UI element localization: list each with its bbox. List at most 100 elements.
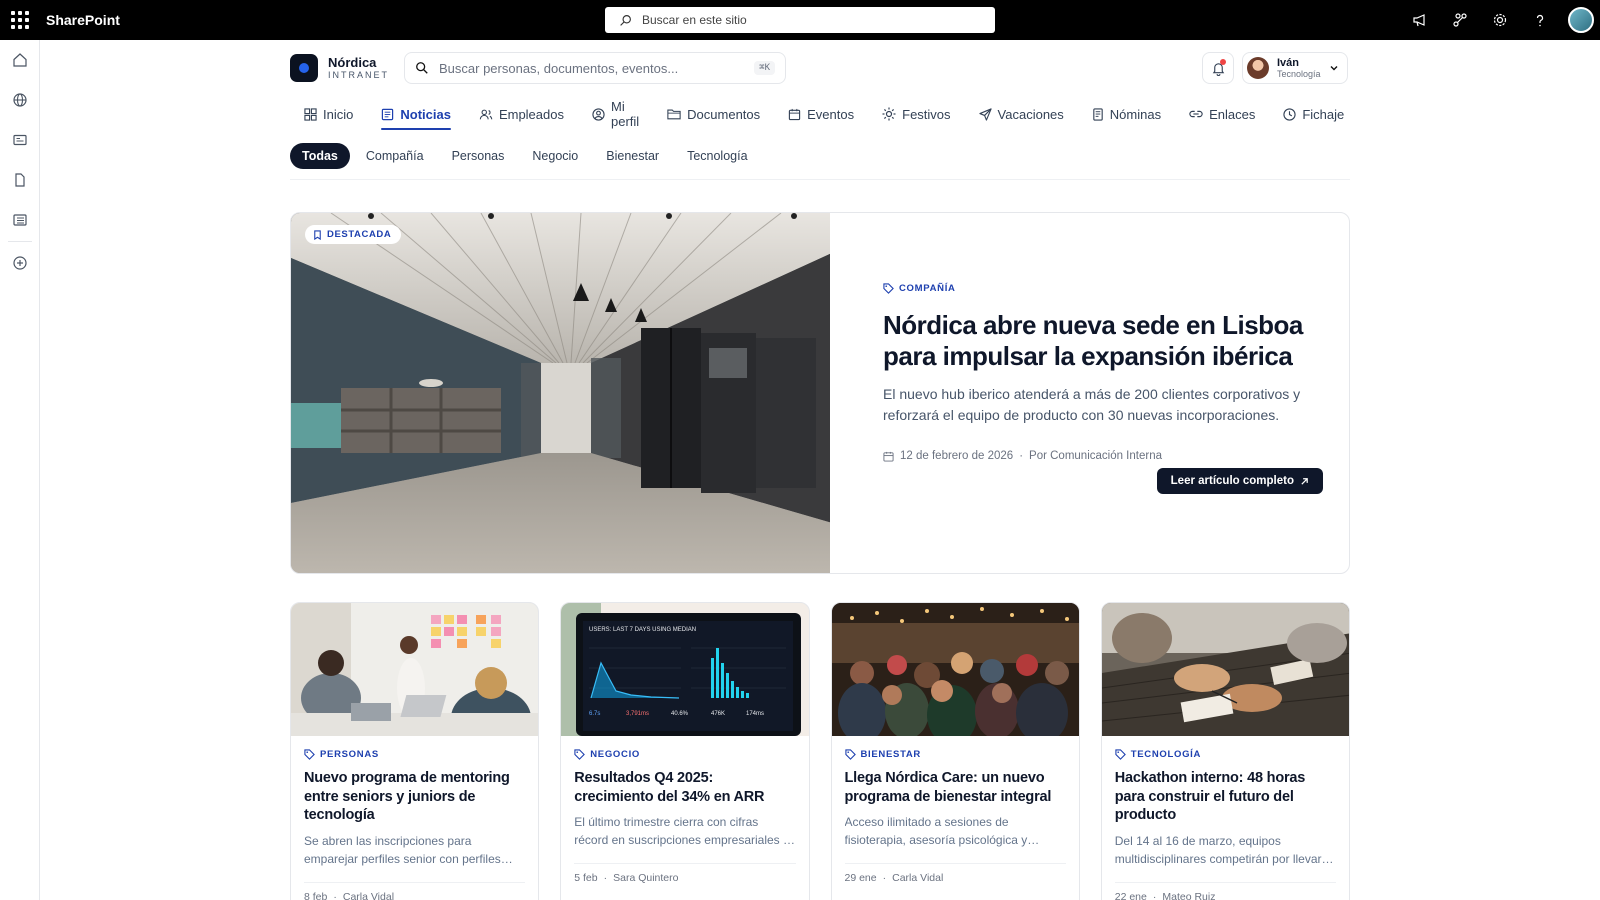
- featured-badge: DESTACADA: [305, 225, 402, 244]
- nav-item-mi-perfil[interactable]: Mi perfil: [578, 96, 653, 132]
- featured-title[interactable]: Nórdica abre nueva sede en Lisboa para i…: [883, 310, 1323, 372]
- news-card-author: Sara Quintero: [613, 872, 679, 884]
- svg-text:6.7s: 6.7s: [589, 711, 600, 717]
- nav-item-fichaje[interactable]: Fichaje: [1269, 96, 1358, 132]
- rail-divider: [8, 241, 32, 242]
- megaphone-icon[interactable]: [1400, 0, 1440, 40]
- featured-tag[interactable]: COMPAÑÍA: [883, 283, 1323, 294]
- chevron-down-icon: [1330, 66, 1338, 71]
- home-icon[interactable]: [0, 40, 40, 80]
- logo-mark-icon: [290, 54, 318, 82]
- news-card-tag[interactable]: PERSONAS: [304, 749, 525, 760]
- nav-item-empleados[interactable]: Empleados: [465, 96, 578, 132]
- search-icon: [416, 62, 428, 74]
- gear-icon[interactable]: [1480, 0, 1520, 40]
- tag-icon: [574, 749, 586, 760]
- globe-icon[interactable]: [0, 80, 40, 120]
- news-card[interactable]: USERS: LAST 7 DAYS USING MEDIAN 6.7s 3,791…: [560, 602, 810, 900]
- news-card-title[interactable]: Llega Nórdica Care: un nuevo programa de…: [845, 769, 1066, 806]
- news-card-image[interactable]: USERS: LAST 7 DAYS USING MEDIAN 6.7s 3,791…: [561, 603, 809, 736]
- svg-text:40.6%: 40.6%: [671, 711, 689, 717]
- nav-item-label: Nóminas: [1109, 106, 1162, 122]
- nav-item-enlaces[interactable]: Enlaces: [1175, 96, 1269, 132]
- news-card-tag-label: PERSONAS: [320, 749, 379, 760]
- notification-dot: [1220, 59, 1226, 65]
- user-menu[interactable]: Iván Tecnología: [1242, 52, 1348, 84]
- news-card[interactable]: TECNOLOGÍA Hackathon interno: 48 horas pa…: [1100, 602, 1350, 900]
- site-search-input[interactable]: [642, 13, 972, 27]
- user-name: Iván: [1277, 56, 1300, 69]
- filter-chip[interactable]: Bienestar: [594, 143, 671, 169]
- nav-item-vacaciones[interactable]: Vacaciones: [965, 96, 1078, 132]
- search-icon: [620, 14, 631, 26]
- nav-item-eventos[interactable]: Eventos: [774, 96, 868, 132]
- news-card-meta: 22 ene · Mateo Ruiz: [1114, 881, 1336, 900]
- nav-item-label: Fichaje: [1302, 106, 1345, 122]
- intranet-search-input[interactable]: [439, 60, 745, 76]
- news-card[interactable]: PERSONAS Nuevo programa de mentoring entr…: [290, 602, 540, 900]
- calendar-icon: [788, 108, 801, 121]
- filter-chip[interactable]: Personas: [440, 143, 517, 169]
- list-icon[interactable]: [0, 200, 40, 240]
- news-card-image[interactable]: [1101, 603, 1349, 736]
- newspaper-icon: [381, 108, 394, 121]
- account-avatar[interactable]: [1568, 7, 1594, 33]
- nav-item-nominas[interactable]: Nóminas: [1078, 96, 1175, 132]
- tag-icon: [883, 283, 894, 294]
- tag-icon: [304, 749, 315, 760]
- brand-subtitle: INTRANET: [328, 69, 389, 80]
- intranet-search-box[interactable]: ⌘K: [404, 52, 786, 84]
- sharepoint-title[interactable]: SharePoint: [46, 12, 120, 28]
- meta-separator: ·: [882, 872, 887, 884]
- nav-item-label: Documentos: [687, 106, 761, 122]
- news-card-meta: 29 ene · Carla Vidal: [844, 863, 1066, 884]
- nav-item-label: Festivos: [902, 106, 951, 122]
- filter-chip[interactable]: Todas: [290, 142, 350, 169]
- news-card-tag[interactable]: TECNOLOGÍA: [1115, 749, 1336, 760]
- nav-item-inicio[interactable]: Inicio: [290, 96, 367, 132]
- site-search-box[interactable]: [605, 7, 995, 33]
- brand-logo[interactable]: Nórdica INTRANET: [290, 54, 389, 82]
- news-card-date: 8 feb: [304, 890, 328, 900]
- filter-chip[interactable]: Negocio: [520, 143, 590, 169]
- nav-item-noticias[interactable]: Noticias: [367, 96, 465, 132]
- folder-icon: [667, 108, 681, 120]
- filter-chip[interactable]: Compañía: [354, 143, 436, 169]
- news-filters: Todas Compañía Personas Negocio Bienestar Tec…: [290, 132, 1350, 180]
- news-card-title[interactable]: Nuevo programa de mentoring entre senior…: [304, 769, 525, 825]
- news-icon[interactable]: [0, 120, 40, 160]
- news-card-image[interactable]: [291, 603, 539, 736]
- nav-item-festivos[interactable]: Festivos: [868, 96, 964, 132]
- share-network-icon[interactable]: [1440, 0, 1480, 40]
- add-icon[interactable]: [0, 243, 40, 283]
- nav-item-documentos[interactable]: Documentos: [653, 96, 774, 132]
- app-launcher-button[interactable]: [0, 0, 40, 40]
- meta-separator: ·: [603, 872, 608, 884]
- news-card-tag[interactable]: NEGOCIO: [574, 749, 795, 760]
- featured-content: COMPAÑÍA Nórdica abre nueva sede en Lisb…: [830, 213, 1349, 573]
- notifications-button[interactable]: [1202, 52, 1234, 84]
- news-card-tag[interactable]: BIENESTAR: [844, 749, 1066, 760]
- news-card-author: Carla Vidal: [342, 890, 395, 900]
- nav-item-label: Empleados: [498, 106, 564, 122]
- featured-image[interactable]: DESTACADA: [291, 213, 830, 573]
- sun-icon: [882, 107, 896, 121]
- featured-article[interactable]: DESTACADA COMPAÑÍA Nórdica abre nueva se…: [290, 212, 1350, 574]
- filter-chip[interactable]: Tecnología: [675, 143, 759, 169]
- news-card-date: 29 ene: [844, 872, 877, 884]
- news-card-body: NEGOCIO Resultados Q4 2025: crecimiento d…: [561, 736, 808, 884]
- news-card-body: PERSONAS Nuevo programa de mentoring entr…: [291, 736, 538, 900]
- news-card-title[interactable]: Hackathon interno: 48 horas para constru…: [1115, 769, 1336, 825]
- news-card-title[interactable]: Resultados Q4 2025: crecimiento del 34% …: [574, 769, 795, 806]
- news-card-image[interactable]: [831, 603, 1079, 736]
- file-icon[interactable]: [0, 160, 40, 200]
- read-article-button[interactable]: Leer artículo completo: [1156, 468, 1323, 494]
- link-icon: [1189, 108, 1203, 120]
- news-card-author: Carla Vidal: [892, 872, 944, 884]
- nav-item-label: Inicio: [323, 106, 354, 122]
- help-icon[interactable]: [1520, 0, 1560, 40]
- news-card-tag-label: TECNOLOGÍA: [1130, 749, 1202, 760]
- news-card[interactable]: BIENESTAR Llega Nórdica Care: un nuevo pr…: [830, 602, 1080, 900]
- news-card-description: Acceso ilimitado a sesiones de fisiotera…: [844, 815, 1028, 847]
- calendar-icon: [883, 451, 894, 462]
